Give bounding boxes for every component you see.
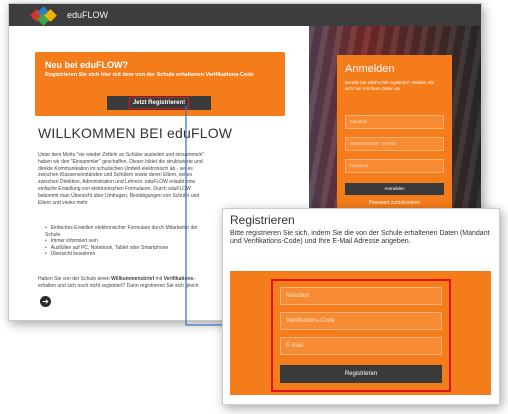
register-title: Registrieren [230, 213, 295, 227]
welcome-outro: Haben Sie von der Schule einen Willkomme… [38, 276, 208, 290]
reset-password-link[interactable]: Passwort zurücksetzen [345, 200, 444, 206]
register-description: Bitte registrieren Sie sich, indem Sie d… [230, 230, 490, 246]
register-form: Mandant Verifikations-Code E-Mail Regist… [230, 271, 491, 395]
email-input[interactable]: E-Mail [280, 337, 442, 355]
jetzt-registrieren-button[interactable]: Jetzt Registrieren! [107, 96, 211, 110]
outro-bold-1: Willkommensbrief [111, 276, 155, 282]
login-button[interactable]: Anmelden [345, 183, 444, 195]
top-navbar: eduFLOW [9, 4, 481, 26]
mandant-field[interactable]: Mandant [345, 115, 444, 129]
highlight-frame: Mandant Verifikations-Code E-Mail Regist… [271, 279, 451, 392]
eduflow-logo-icon[interactable] [30, 6, 57, 26]
list-item: Immer informiert sein [45, 238, 210, 245]
register-teaser-text: Registrieren Sie sich hier mit dem von d… [45, 72, 254, 78]
outro-text-1: Haben Sie von der Schule einen [38, 276, 112, 282]
list-item: Einfaches Erstellen elektronischer Formu… [45, 225, 210, 238]
login-title: Anmelden [345, 63, 395, 75]
welcome-heading: WILLKOMMEN BEI eduFLOW [38, 125, 233, 141]
feature-list: Einfaches Erstellen elektronischer Formu… [45, 225, 210, 258]
welcome-intro: Unter dem Motto "sie wieder Zetteln an S… [38, 152, 205, 206]
mandant-input[interactable]: Mandant [280, 287, 442, 305]
brand-name[interactable]: eduFLOW [67, 10, 108, 20]
arrow-circle-icon[interactable]: ➜ [40, 296, 51, 307]
login-text: Bereits bei eduFLOW registriert? Melden … [345, 80, 435, 91]
register-dialog: Registrieren Bitte registrieren Sie sich… [222, 208, 500, 405]
register-teaser: Neu bei eduFLOW? Registrieren Sie sich h… [35, 52, 285, 116]
outro-text-2: mit [154, 276, 164, 282]
list-item: Übersicht bewahren [45, 251, 210, 258]
register-teaser-title: Neu bei eduFLOW? [45, 60, 128, 70]
outro-text-3: erhalten und sich noch nicht registriert… [38, 282, 199, 289]
jetzt-registrieren-label: Jetzt Registrieren! [128, 97, 190, 109]
outro-bold-2: Verifikations- [163, 276, 195, 282]
registrieren-button[interactable]: Registrieren [280, 365, 442, 383]
verification-code-input[interactable]: Verifikations-Code [280, 312, 442, 330]
password-field[interactable]: Passwort [345, 159, 444, 173]
login-panel: Anmelden Bereits bei eduFLOW registriert… [337, 55, 452, 213]
username-field[interactable]: Benutzername / E-Mail [345, 137, 444, 151]
